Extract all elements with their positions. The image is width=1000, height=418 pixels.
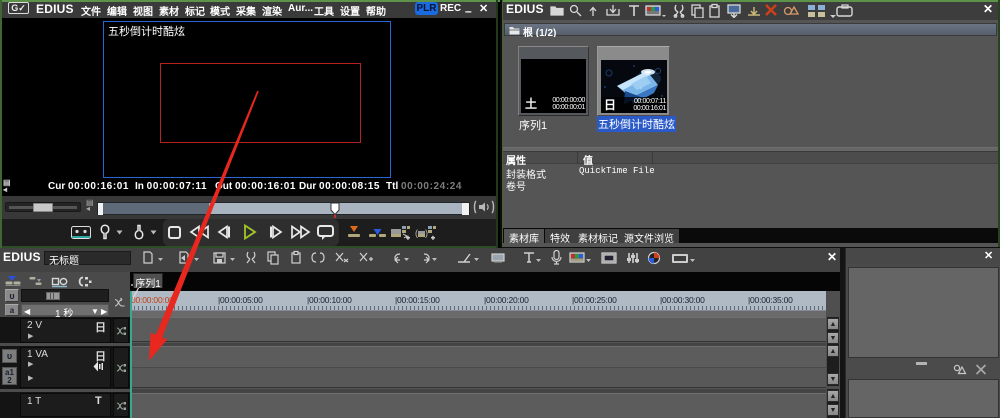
svg-text:(: ( (415, 228, 418, 238)
svg-text:): ) (425, 228, 428, 238)
